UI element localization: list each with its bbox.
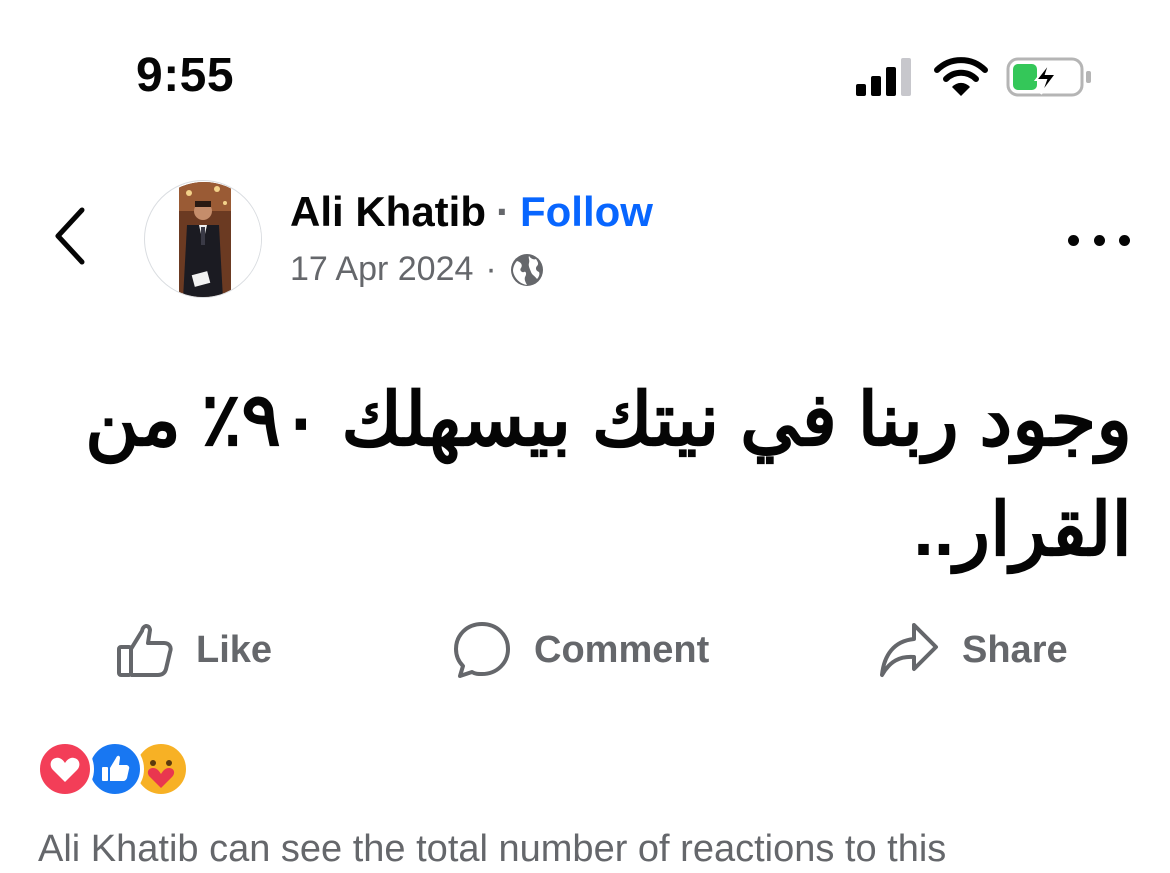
reactions-summary[interactable] [36, 740, 190, 798]
like-icon [117, 624, 173, 677]
comment-button[interactable]: Comment [452, 610, 709, 690]
signal-icon [856, 58, 911, 96]
wifi-icon [934, 57, 988, 96]
reactions-notice: Ali Khatib can see the total number of r… [38, 828, 947, 870]
follow-button[interactable]: Follow [520, 188, 653, 235]
battery-charging-icon [1006, 57, 1091, 97]
action-bar: Like Comment Share [0, 610, 1170, 690]
like-label: Like [196, 628, 273, 671]
comment-icon [454, 622, 510, 678]
separator: · [496, 188, 510, 235]
post-date[interactable]: 17 Apr 2024 [290, 250, 473, 289]
share-button[interactable]: Share [878, 610, 1068, 690]
post-text: وجود ربنا في نيتك بيسهلك ٩٠٪ من القرار.. [84, 378, 1132, 571]
meta-separator: · [485, 250, 497, 288]
back-chevron-icon[interactable] [48, 204, 96, 268]
more-options-icon[interactable] [1068, 230, 1130, 250]
avatar[interactable] [144, 180, 262, 298]
status-time: 9:55 [136, 49, 235, 102]
share-label: Share [962, 628, 1068, 671]
post-header: Ali Khatib · Follow 17 Apr 2024 · [0, 170, 1170, 310]
share-icon [880, 623, 938, 677]
avatar-photo [146, 182, 261, 297]
comment-label: Comment [534, 628, 710, 671]
author-line: Ali Khatib · Follow [290, 188, 653, 236]
love-reaction-icon [36, 740, 94, 798]
author-name[interactable]: Ali Khatib [290, 188, 486, 235]
like-reaction-icon [86, 740, 144, 798]
status-bar: 9:55 [0, 0, 1170, 150]
post-meta: 17 Apr 2024 · [290, 250, 545, 289]
globe-icon [510, 253, 543, 286]
like-button[interactable]: Like [116, 610, 272, 690]
